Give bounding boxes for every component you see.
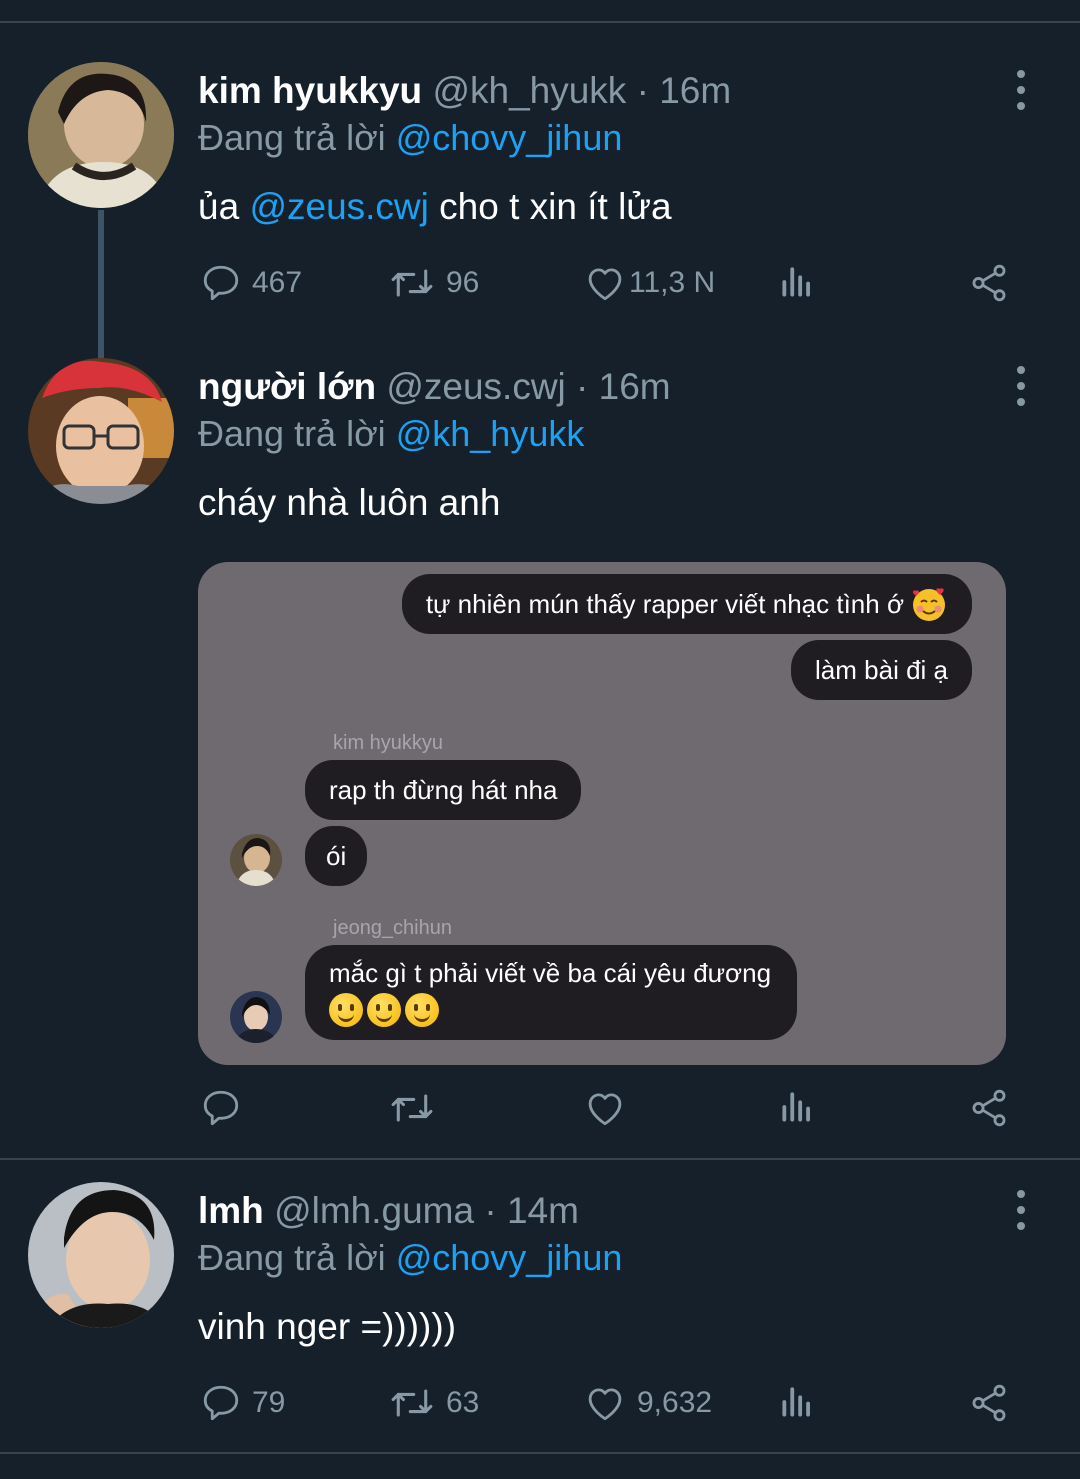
tweet-text: vinh nger =))))))	[198, 1306, 457, 1347]
tweet-actions: 79 63 9,632	[0, 1382, 1080, 1432]
avatar-lmh[interactable]	[28, 1182, 174, 1328]
analytics-icon	[782, 1387, 810, 1417]
dot-separator: ·	[484, 1190, 497, 1231]
more-icon[interactable]	[1012, 1190, 1030, 1230]
tweet-3[interactable]: lmh @lmh.guma · 14m Đang trả lời @chovy_…	[0, 0, 1080, 1450]
timestamp: 14m	[506, 1190, 579, 1231]
bottom-divider	[0, 1452, 1080, 1454]
replying-mention[interactable]: @chovy_jihun	[396, 1237, 623, 1278]
reply-icon	[203, 1385, 239, 1421]
retweet-icon	[391, 1389, 433, 1417]
user-handle[interactable]: @lmh.guma	[274, 1190, 474, 1231]
replying-prefix: Đang trả lời	[198, 1237, 386, 1278]
tweet-header: lmh @lmh.guma · 14m	[198, 1190, 579, 1232]
reply-button[interactable]: 79	[200, 1382, 285, 1424]
like-count: 9,632	[637, 1386, 713, 1419]
reply-count: 79	[252, 1386, 286, 1419]
display-name[interactable]: lmh	[198, 1190, 264, 1231]
like-button[interactable]: 9,632	[583, 1382, 712, 1424]
share-button[interactable]	[967, 1382, 1011, 1424]
retweet-count: 63	[446, 1386, 480, 1419]
retweet-button[interactable]: 63	[388, 1382, 479, 1424]
share-icon	[972, 1384, 1006, 1422]
like-icon	[588, 1388, 622, 1421]
replying-to: Đang trả lời @chovy_jihun	[198, 1237, 622, 1279]
analytics-button[interactable]	[778, 1382, 816, 1422]
